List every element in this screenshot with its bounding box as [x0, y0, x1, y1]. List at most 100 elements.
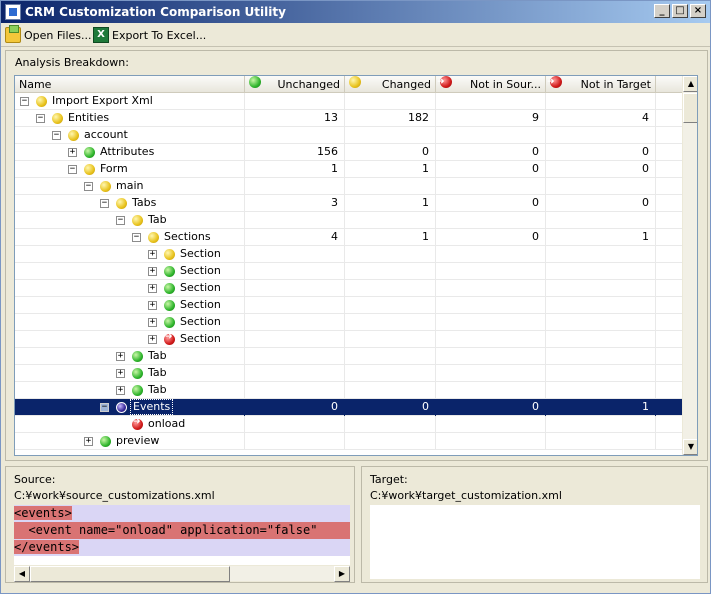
expand-icon[interactable]: + [116, 369, 125, 378]
source-horizontal-scrollbar[interactable]: ◀ ▶ [14, 565, 350, 582]
source-panel: Source: C:¥work¥source_customizations.xm… [5, 466, 355, 583]
tree-row-value-cell [345, 433, 436, 450]
tree-row-value-cell: 1 [345, 161, 436, 178]
vertical-scrollbar[interactable]: ▲ ▼ [682, 76, 697, 455]
tree-row[interactable]: + Section [15, 297, 682, 314]
tree-row-value-cell [345, 263, 436, 280]
tree-row-name-cell: + Section [15, 297, 245, 314]
column-header-unchanged[interactable]: Unchanged [245, 76, 345, 93]
tree-row[interactable]: − Form 1 1 0 0 [15, 161, 682, 178]
tree-row[interactable]: − Import Export Xml [15, 93, 682, 110]
tree-row[interactable]: − Events 0 0 0 1 [15, 399, 682, 416]
expand-icon[interactable]: + [148, 267, 157, 276]
maximize-button[interactable]: □ [672, 4, 688, 18]
tree-row[interactable]: − Sections 4 1 0 1 [15, 229, 682, 246]
tree-row[interactable]: + Tab [15, 382, 682, 399]
tree-row-value-cell [546, 365, 656, 382]
source-line: <event name="onload" application="false" [14, 522, 350, 539]
tree-row[interactable]: − account [15, 127, 682, 144]
expand-icon[interactable]: + [148, 318, 157, 327]
green-status-icon [132, 351, 143, 362]
yellow-status-icon [84, 164, 95, 175]
yellow-status-icon [68, 130, 79, 141]
tree-row[interactable]: + Tab [15, 348, 682, 365]
tree-row-value-cell: 1 [245, 161, 345, 178]
expand-icon[interactable]: + [84, 437, 93, 446]
tree-row[interactable]: − main [15, 178, 682, 195]
tree-row-value-cell: 0 [436, 144, 546, 161]
collapse-icon[interactable]: − [52, 131, 61, 140]
tree-row-label: onload [148, 417, 186, 430]
tree-row[interactable]: + Attributes 156 0 0 0 [15, 144, 682, 161]
tree-row[interactable]: − Entities 13 182 9 4 [15, 110, 682, 127]
collapse-icon[interactable]: − [20, 97, 29, 106]
export-excel-button[interactable]: X Export To Excel... [93, 26, 206, 44]
scroll-thumb[interactable] [683, 93, 697, 123]
source-xml-view[interactable]: <events> <event name="onload" applicatio… [14, 505, 350, 567]
scroll-left-button[interactable]: ◀ [14, 566, 30, 582]
collapse-icon[interactable]: − [36, 114, 45, 123]
expand-icon[interactable]: + [68, 148, 77, 157]
target-label: Target: [370, 473, 408, 486]
app-window: CRM Customization Comparison Utility _ □… [0, 0, 711, 594]
scroll-up-button[interactable]: ▲ [683, 76, 697, 92]
column-header-not-in-source[interactable]: Not in Sour... [436, 76, 546, 93]
close-button[interactable]: × [690, 4, 706, 18]
tree-row-value-cell [345, 246, 436, 263]
tree-row-value-cell [546, 127, 656, 144]
collapse-icon[interactable]: − [68, 165, 77, 174]
tree-row-value-cell [345, 127, 436, 144]
horizontal-scroll-thumb[interactable] [30, 566, 230, 582]
tree-row-value-cell: 0 [436, 399, 546, 416]
export-excel-label: Export To Excel... [112, 28, 207, 42]
tree-row-value-cell [245, 348, 345, 365]
expand-icon[interactable]: + [148, 335, 157, 344]
scroll-right-button[interactable]: ▶ [334, 566, 350, 582]
tree-row-name-cell: + Section [15, 246, 245, 263]
collapse-icon[interactable]: − [132, 233, 141, 242]
collapse-icon[interactable]: − [84, 182, 93, 191]
tree-row-value-cell [345, 280, 436, 297]
collapse-icon[interactable]: − [100, 403, 109, 412]
column-header-not-in-target[interactable]: Not in Target [546, 76, 656, 93]
tree-row-value-cell [245, 433, 345, 450]
collapse-icon[interactable]: − [100, 199, 109, 208]
tree-row[interactable]: + Section [15, 246, 682, 263]
analysis-tree-grid[interactable]: Name Unchanged Changed Not in Sour... No… [14, 75, 698, 456]
tree-row-label: Sections [164, 230, 211, 243]
tree-row[interactable]: + Section [15, 331, 682, 348]
tree-row-name-cell: − Import Export Xml [15, 93, 245, 110]
column-header-changed[interactable]: Changed [345, 76, 436, 93]
tree-row[interactable]: + Section [15, 263, 682, 280]
expand-icon[interactable]: + [148, 284, 157, 293]
tree-row[interactable]: + Section [15, 280, 682, 297]
expand-icon[interactable]: + [148, 250, 157, 259]
tree-row-label: Attributes [100, 145, 155, 158]
target-xml-view[interactable] [370, 505, 700, 579]
tree-row[interactable]: onload [15, 416, 682, 433]
tree-row-name-cell: − Tabs [15, 195, 245, 212]
column-header-name[interactable]: Name [15, 76, 245, 93]
open-files-button[interactable]: Open Files... [5, 25, 92, 44]
yellow-status-icon [100, 181, 111, 192]
collapse-icon[interactable]: − [116, 216, 125, 225]
green-dot-icon [249, 76, 261, 88]
tree-row-value-cell [345, 178, 436, 195]
expand-icon[interactable]: + [116, 352, 125, 361]
expand-icon[interactable]: + [148, 301, 157, 310]
tree-row-label: main [116, 179, 144, 192]
tree-row[interactable]: − Tab [15, 212, 682, 229]
tree-row[interactable]: + preview [15, 433, 682, 450]
tree-row-name-cell: − Entities [15, 110, 245, 127]
tree-row[interactable]: + Section [15, 314, 682, 331]
tree-row-value-cell [245, 212, 345, 229]
minimize-button[interactable]: _ [654, 4, 670, 18]
tree-row[interactable]: − Tabs 3 1 0 0 [15, 195, 682, 212]
expand-icon[interactable]: + [116, 386, 125, 395]
tree-row-value-cell: 156 [245, 144, 345, 161]
scroll-down-button[interactable]: ▼ [683, 439, 697, 455]
green-status-icon [164, 283, 175, 294]
tree-row-value-cell [245, 297, 345, 314]
tree-row[interactable]: + Tab [15, 365, 682, 382]
tree-row-name-cell: + preview [15, 433, 245, 450]
